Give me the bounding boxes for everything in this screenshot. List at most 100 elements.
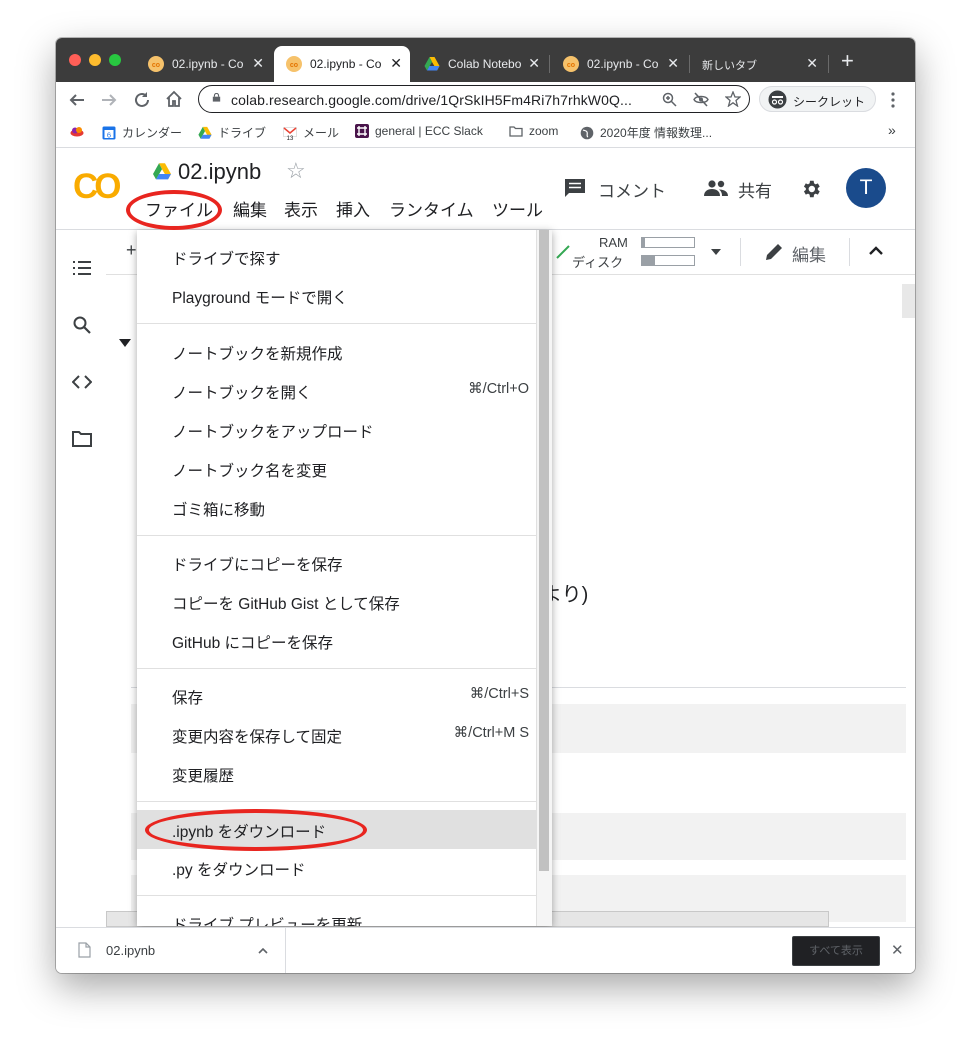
menu-item-save-copy-github[interactable]: GitHub にコピーを保存 <box>137 621 537 660</box>
address-bar[interactable]: colab.research.google.com/drive/1QrSkIH5… <box>198 85 750 113</box>
tracking-blocked-eye-icon[interactable] <box>693 92 709 107</box>
slack-icon <box>355 124 369 138</box>
browser-menu-icon[interactable] <box>890 92 896 108</box>
chevron-up-icon[interactable] <box>868 245 884 255</box>
tab-title: Colab Notebo <box>448 57 522 71</box>
tab-2-active[interactable]: co 02.ipynb - Co ✕ <box>274 46 410 82</box>
menu-item-download-py[interactable]: .py をダウンロード <box>137 848 537 887</box>
resources-dropdown-icon[interactable] <box>711 249 721 255</box>
shortcut-label: ⌘/Ctrl+O <box>468 381 529 397</box>
close-tab-icon[interactable]: ✕ <box>667 54 679 72</box>
bookmark-calendar[interactable]: 6 カレンダー <box>102 124 182 141</box>
menu-divider <box>137 895 537 896</box>
bookmark-label: zoom <box>529 124 559 138</box>
folder-icon[interactable] <box>72 429 92 449</box>
menu-item-open-notebook[interactable]: ノートブックを開く ⌘/Ctrl+O <box>137 371 537 410</box>
drive-icon[interactable] <box>152 162 172 180</box>
menu-item-new-notebook[interactable]: ノートブックを新規作成 <box>137 332 537 371</box>
menu-item-save-copy-gist[interactable]: コピーを GitHub Gist として保存 <box>137 582 537 621</box>
close-window-button[interactable] <box>69 54 81 66</box>
collapse-section-icon[interactable] <box>119 339 131 347</box>
incognito-icon <box>768 90 787 109</box>
bookmark-info[interactable]: 2020年度 情報数理... <box>580 124 712 141</box>
code-icon[interactable] <box>72 372 92 392</box>
notebook-title[interactable]: 02.ipynb <box>178 159 261 185</box>
menu-scrollbar[interactable] <box>536 230 552 926</box>
menu-insert[interactable]: 挿入 <box>336 196 370 221</box>
close-tab-icon[interactable]: ✕ <box>806 54 818 72</box>
forward-arrow-icon[interactable] <box>100 91 118 109</box>
left-rail <box>56 230 107 927</box>
menu-item-save-copy-drive[interactable]: ドライブにコピーを保存 <box>137 543 537 582</box>
toolbar-divider <box>849 238 850 266</box>
tab-1[interactable]: co 02.ipynb - Co ✕ <box>136 46 272 82</box>
edit-mode-label[interactable]: 編集 <box>792 241 826 266</box>
chevron-up-icon[interactable] <box>258 948 268 954</box>
zoom-window-button[interactable] <box>109 54 121 66</box>
menu-item-playground[interactable]: Playground モードで開く <box>137 276 537 315</box>
menu-item-move-to-trash[interactable]: ゴミ箱に移動 <box>137 488 537 527</box>
share-button[interactable]: 共有 <box>704 177 784 201</box>
close-tab-icon[interactable]: ✕ <box>528 54 540 72</box>
menu-item-save-and-pin[interactable]: 変更内容を保存して固定 ⌘/Ctrl+M S <box>137 715 537 754</box>
menu-view[interactable]: 表示 <box>284 196 318 221</box>
bookmark-cloud[interactable] <box>70 124 90 138</box>
menu-item-upload-notebook[interactable]: ノートブックをアップロード <box>137 410 537 449</box>
bookmark-gmail[interactable]: 13 メール <box>283 124 339 141</box>
bookmarks-overflow-button[interactable]: » <box>888 122 896 138</box>
colab-logo[interactable]: CO <box>73 166 129 208</box>
menu-item-find-in-drive[interactable]: ドライブで探す <box>137 237 537 276</box>
menu-tools[interactable]: ツール <box>492 196 543 221</box>
minimize-window-button[interactable] <box>89 54 101 66</box>
menu-item-revision-history[interactable]: 変更履歴 <box>137 754 537 793</box>
menu-file[interactable]: ファイル <box>145 196 213 221</box>
menu-edit[interactable]: 編集 <box>233 196 267 221</box>
pencil-icon[interactable] <box>764 242 784 262</box>
disk-meter <box>641 255 695 266</box>
bookmark-star-icon[interactable] <box>725 91 741 107</box>
close-tab-icon[interactable]: ✕ <box>390 54 402 72</box>
add-cell-button[interactable]: + <box>126 240 137 261</box>
tab-separator <box>549 55 550 73</box>
menu-item-download-ipynb[interactable]: .ipynb をダウンロード <box>137 810 537 849</box>
bookmark-slack[interactable]: general | ECC Slack <box>355 124 483 138</box>
tab-4[interactable]: co 02.ipynb - Co ✕ <box>551 46 687 82</box>
back-arrow-icon[interactable] <box>68 91 86 109</box>
menu-item-update-drive-preview[interactable]: ドライブ プレビューを更新 <box>137 903 537 926</box>
comment-label: コメント <box>598 182 666 201</box>
browser-toolbar: colab.research.google.com/drive/1QrSkIH5… <box>56 82 915 118</box>
vertical-scrollbar[interactable] <box>902 284 915 318</box>
zoom-icon[interactable] <box>662 92 677 107</box>
bookmarks-bar: 6 カレンダー ドライブ 13 メール general | ECC Slack zo… <box>56 118 915 148</box>
bookmark-zoom-folder[interactable]: zoom <box>509 124 558 138</box>
home-icon[interactable] <box>165 90 183 108</box>
toc-icon[interactable] <box>72 258 92 278</box>
menu-runtime[interactable]: ランタイム <box>389 196 474 221</box>
drive-icon <box>424 57 440 71</box>
menu-item-save[interactable]: 保存 ⌘/Ctrl+S <box>137 676 537 715</box>
close-icon[interactable]: ✕ <box>891 941 904 959</box>
menu-item-rename-notebook[interactable]: ノートブック名を変更 <box>137 449 537 488</box>
reload-icon[interactable] <box>133 91 151 109</box>
incognito-badge[interactable]: シークレット <box>759 86 876 112</box>
search-icon[interactable] <box>72 315 92 335</box>
tab-5[interactable]: 新しいタブ ✕ <box>690 46 826 82</box>
comment-button[interactable]: コメント <box>564 177 674 201</box>
close-tab-icon[interactable]: ✕ <box>252 54 264 72</box>
url-text: colab.research.google.com/drive/1QrSkIH5… <box>231 92 632 108</box>
globe-icon <box>580 126 594 140</box>
tab-3[interactable]: Colab Notebo ✕ <box>412 46 548 82</box>
bookmark-drive[interactable]: ドライブ <box>198 124 266 141</box>
lock-icon <box>212 93 221 102</box>
bookmark-label: カレンダー <box>122 126 183 140</box>
download-filename[interactable]: 02.ipynb <box>106 943 155 958</box>
colab-icon: co <box>148 56 164 72</box>
tab-strip: co 02.ipynb - Co ✕ co 02.ipynb - Co ✕ Co… <box>56 38 915 82</box>
show-all-downloads-button[interactable]: すべて表示 <box>792 936 880 966</box>
gear-icon[interactable] <box>800 178 822 200</box>
people-icon <box>704 180 728 196</box>
star-icon[interactable]: ☆ <box>286 158 306 184</box>
avatar[interactable]: T <box>846 168 886 208</box>
new-tab-button[interactable]: + <box>841 50 854 72</box>
tab-title: 新しいタブ <box>702 60 757 72</box>
